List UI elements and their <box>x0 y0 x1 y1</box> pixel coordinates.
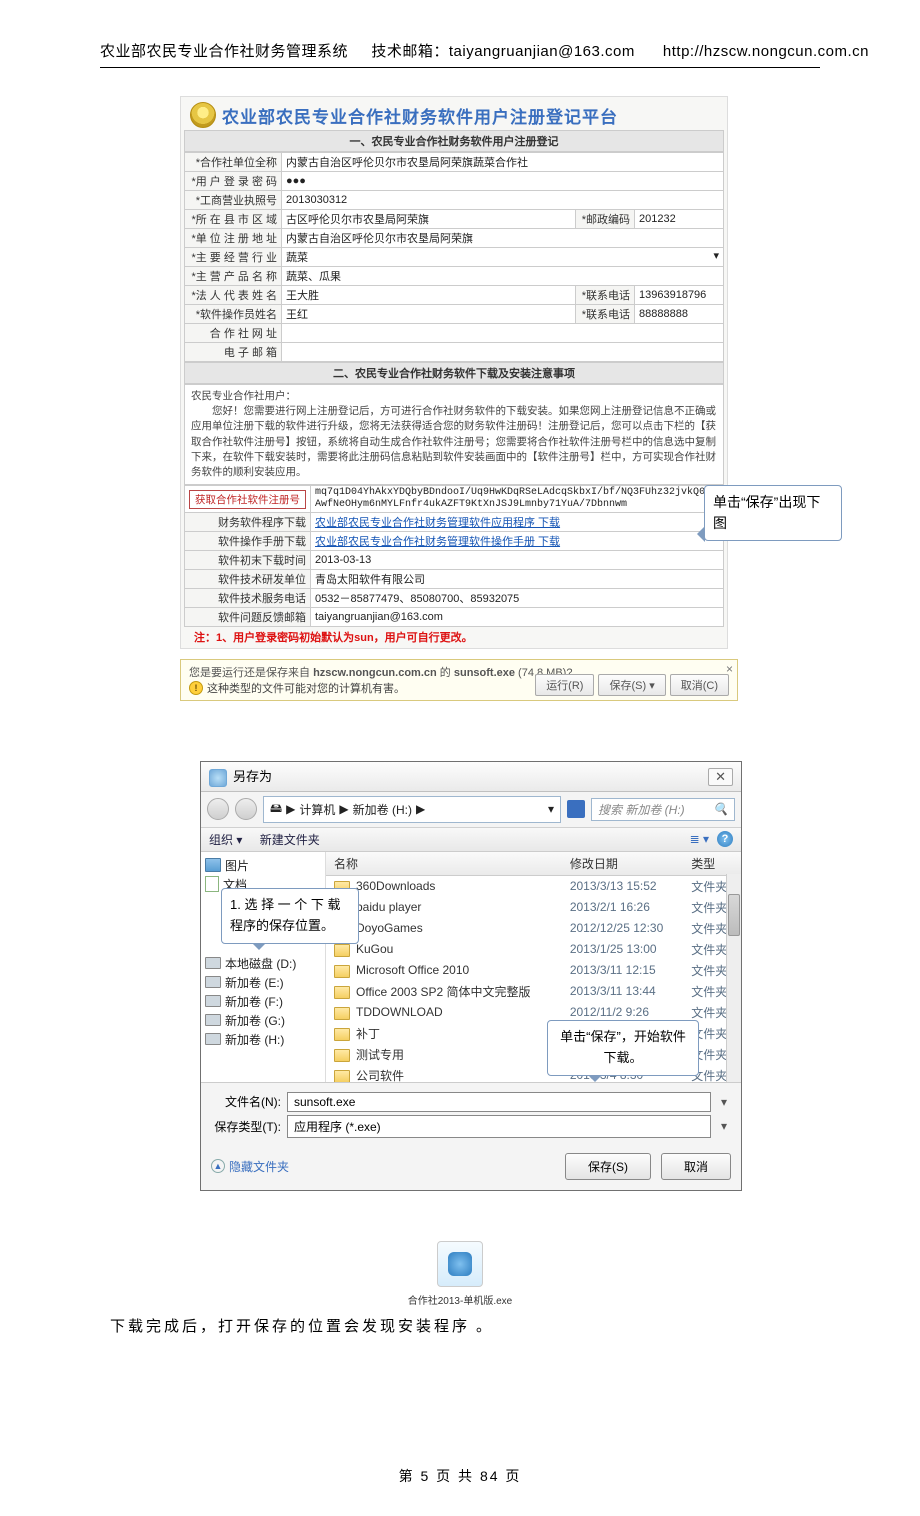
installer-icon <box>437 1241 483 1287</box>
download-prompt-bar: × 您是要运行还是保存来自 hzscw.nongcun.com.cn 的 sun… <box>180 659 738 701</box>
drive-icon <box>205 995 221 1007</box>
operator-name[interactable]: 王红 <box>282 305 576 324</box>
password-field[interactable]: ●●● <box>282 172 724 191</box>
doc-header: 农业部农民专业合作社财务管理系统 技术邮箱：taiyangruanjian@16… <box>100 40 820 68</box>
folder-icon <box>334 944 350 957</box>
service-phone: 0532－85877479、85080700、85932075 <box>311 589 724 608</box>
folder-icon <box>334 1049 350 1062</box>
page-number: 第 5 页 共 84 页 <box>100 1466 820 1486</box>
organize-menu[interactable]: 组织 ▾ <box>209 833 242 847</box>
saveas-icon <box>209 769 227 787</box>
callout-click-save: 单击“保存”，开始软件下载。 <box>547 1020 699 1076</box>
documents-icon <box>205 876 219 892</box>
folder-icon <box>334 1070 350 1082</box>
refresh-icon[interactable] <box>567 800 585 818</box>
breadcrumb[interactable]: 🖴 ▶ 计算机 ▶ 新加卷 (H:) ▶ ▾ <box>263 796 561 823</box>
saveas-cancel-button[interactable]: 取消 <box>661 1153 731 1180</box>
system-name: 农业部农民专业合作社财务管理系统 <box>100 40 348 61</box>
reg-form-table: *合作社单位全称内蒙古自治区呼伦贝尔市农垦局阿荣旗蔬菜合作社 *用 户 登 录 … <box>184 152 724 362</box>
download-table: 获取合作社软件注册号 mq7q1D04YhAkxYDQbyBDndooI/Uq9… <box>184 485 724 627</box>
dev-unit: 青岛太阳软件有限公司 <box>311 570 724 589</box>
run-button[interactable]: 运行(R) <box>535 674 594 696</box>
saveas-dialog: 另存为 ✕ 🖴 ▶ 计算机 ▶ 新加卷 (H:) ▶ ▾ 搜索 新加卷 (H:)… <box>200 761 742 1191</box>
folder-icon <box>334 1028 350 1041</box>
help-icon[interactable]: ? <box>717 831 733 847</box>
final-sentence: 下载完成后，打开保存的位置会发现安装程序 。 <box>110 1315 820 1336</box>
filename-input[interactable]: sunsoft.exe <box>287 1092 711 1112</box>
registration-panel: 农业部农民专业合作社财务软件用户注册登记平台 一、农民专业合作社财务软件用户注册… <box>180 96 728 649</box>
view-menu[interactable]: ≣ ▾ <box>690 832 709 846</box>
search-icon: 🔍 <box>713 802 728 816</box>
saveas-title: 另存为 <box>233 769 272 784</box>
emblem-icon <box>190 102 216 128</box>
col-date[interactable]: 修改日期 <box>562 852 683 876</box>
section2-header: 二、农民专业合作社财务软件下载及安装注意事项 <box>184 362 724 384</box>
operator-phone[interactable]: 88888888 <box>635 305 724 324</box>
save-button[interactable]: 保存(S) ▾ <box>598 674 665 696</box>
filename-label: 文件名(N): <box>211 1093 281 1110</box>
list-item[interactable]: DoyoGames2012/12/25 12:30文件夹 <box>326 918 741 939</box>
drive-icon <box>205 976 221 988</box>
unit-name[interactable]: 内蒙古自治区呼伦贝尔市农垦局阿荣旗蔬菜合作社 <box>282 153 724 172</box>
website[interactable] <box>282 324 724 343</box>
list-item[interactable]: Office 2003 SP2 简体中文完整版2013/3/11 13:44文件… <box>326 981 741 1002</box>
pictures-icon <box>205 858 221 872</box>
cancel-button[interactable]: 取消(C) <box>670 674 729 696</box>
zipcode[interactable]: 201232 <box>635 210 724 229</box>
chevron-down-icon[interactable]: ▾ <box>717 1119 731 1133</box>
legal-person[interactable]: 王大胜 <box>282 286 576 305</box>
address[interactable]: 内蒙古自治区呼伦贝尔市农垦局阿荣旗 <box>282 229 724 248</box>
registration-title: 农业部农民专业合作社财务软件用户注册登记平台 <box>222 103 618 128</box>
folder-icon <box>334 965 350 978</box>
list-item[interactable]: KuGou2013/1/25 13:00文件夹 <box>326 939 741 960</box>
get-serial-button[interactable]: 获取合作社软件注册号 <box>189 490 306 509</box>
notice-greet: 农民专业合作社用户： <box>191 389 717 404</box>
dl-time: 2013-03-13 <box>311 551 724 570</box>
nav-back-button[interactable] <box>207 798 229 820</box>
folder-tree[interactable]: 图片 文档 本地磁盘 (D:) 新加卷 (E:) 新加卷 (F:) 新加卷 (G… <box>201 852 326 1082</box>
products[interactable]: 蔬菜、瓜果 <box>282 267 724 286</box>
folder-icon <box>334 986 350 999</box>
filetype-label: 保存类型(T): <box>211 1118 281 1135</box>
license-no[interactable]: 2013030312 <box>282 191 724 210</box>
col-type[interactable]: 类型 <box>683 852 741 876</box>
list-item[interactable]: Microsoft Office 20102013/3/11 12:15文件夹 <box>326 960 741 981</box>
drive-icon <box>205 957 221 969</box>
installer-caption: 合作社2013-单机版.exe <box>100 1292 820 1307</box>
drive-icon <box>205 1014 221 1026</box>
nav-fwd-button[interactable] <box>235 798 257 820</box>
legal-phone[interactable]: 13963918796 <box>635 286 724 305</box>
section1-header: 一、农民专业合作社财务软件用户注册登记 <box>184 130 724 152</box>
callout-save-appears: 单击“保存”出现下图 <box>704 485 842 541</box>
col-name[interactable]: 名称 <box>326 852 562 876</box>
notice-block: 农民专业合作社用户： 您好！您需要进行网上注册登记后，方可进行合作社财务软件的下… <box>184 384 724 485</box>
feedback-mail: taiyangruanjian@163.com <box>311 608 724 627</box>
notice-body: 您好！您需要进行网上注册登记后，方可进行合作社财务软件的下载安装。如果您网上注册… <box>191 404 717 480</box>
mail-label: 技术邮箱： <box>371 40 449 61</box>
scrollbar[interactable] <box>726 874 741 1082</box>
site-url: http://hzscw.nongcun.com.cn <box>663 43 869 60</box>
region[interactable]: 古区呼伦贝尔市农垦局阿荣旗 <box>282 210 576 229</box>
email[interactable] <box>282 343 724 362</box>
download-manual-link[interactable]: 农业部农民专业合作社财务管理软件操作手册 下载 <box>315 536 560 548</box>
filetype-select[interactable]: 应用程序 (*.exe) <box>287 1115 711 1138</box>
mail-addr: taiyangruanjian@163.com <box>449 43 635 60</box>
folder-icon <box>334 1007 350 1020</box>
list-item[interactable]: baidu player2013/2/1 16:26文件夹 <box>326 897 741 918</box>
search-input[interactable]: 搜索 新加卷 (H:)🔍 <box>591 798 735 821</box>
serial-number[interactable]: mq7q1D04YhAkxYDQbyBDndooI/Uq9HwKDqRSeLAd… <box>311 486 724 513</box>
new-folder-button[interactable]: 新建文件夹 <box>260 833 320 847</box>
window-close-button[interactable]: ✕ <box>708 768 733 786</box>
list-item[interactable]: 360Downloads2013/3/13 15:52文件夹 <box>326 875 741 897</box>
drive-icon <box>205 1033 221 1045</box>
download-program-link[interactable]: 农业部农民专业合作社财务管理软件应用程序 下载 <box>315 517 560 529</box>
chevron-down-icon[interactable]: ▾ <box>717 1095 731 1109</box>
saveas-save-button[interactable]: 保存(S) <box>565 1153 651 1180</box>
warn-text: 这种类型的文件可能对您的计算机有害。 <box>207 680 405 696</box>
hide-folders-toggle[interactable]: ▲隐藏文件夹 <box>211 1158 289 1175</box>
warning-icon: ! <box>189 681 203 695</box>
note-red: 注：1、用户登录密码初始默认为sun，用户可自行更改。 <box>184 627 724 645</box>
industry-select[interactable]: 蔬菜▾ <box>282 248 724 267</box>
callout-choose-location: 1. 选 择 一 个 下 载程序的保存位置。 <box>221 888 359 944</box>
